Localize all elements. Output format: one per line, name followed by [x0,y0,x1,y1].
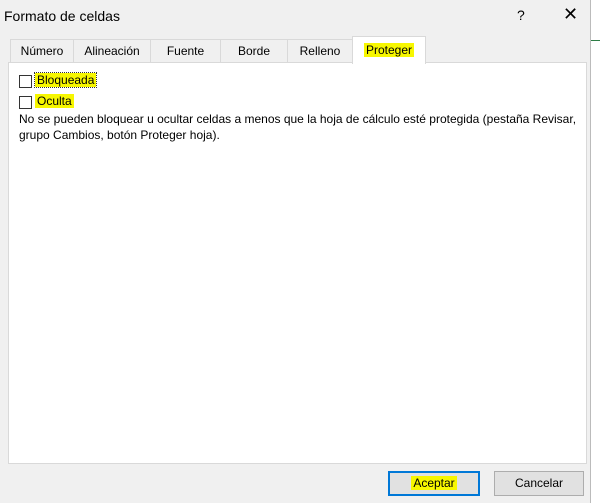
tab-proteger-label: Proteger [363,43,415,57]
locked-label[interactable]: Bloqueada [33,72,98,88]
help-button[interactable]: ? [517,7,525,23]
dialog-title: Formato de celdas [4,8,120,24]
tab-fuente[interactable]: Fuente [150,39,221,63]
tab-relleno[interactable]: Relleno [287,39,353,63]
hidden-label[interactable]: Oculta [35,94,74,108]
hidden-checkbox[interactable] [19,96,32,109]
spreadsheet-background [591,0,600,503]
locked-checkbox[interactable] [19,75,32,88]
close-icon[interactable]: ✕ [563,4,578,25]
tab-alineacion[interactable]: Alineación [73,39,151,63]
tab-proteger[interactable]: Proteger [352,36,426,64]
protection-note: No se pueden bloquear u ocultar celdas a… [19,112,577,142]
ok-label: Aceptar [411,476,457,490]
tab-borde[interactable]: Borde [220,39,288,63]
grid-line [591,40,600,41]
tab-numero[interactable]: Número [10,39,74,63]
protection-panel: Bloqueada Oculta No se pueden bloquear u… [8,62,587,464]
ok-button[interactable]: Aceptar [388,471,480,496]
format-cells-dialog: Formato de celdas ? ✕ Número Alineación … [0,0,591,503]
cancel-button[interactable]: Cancelar [494,471,584,496]
